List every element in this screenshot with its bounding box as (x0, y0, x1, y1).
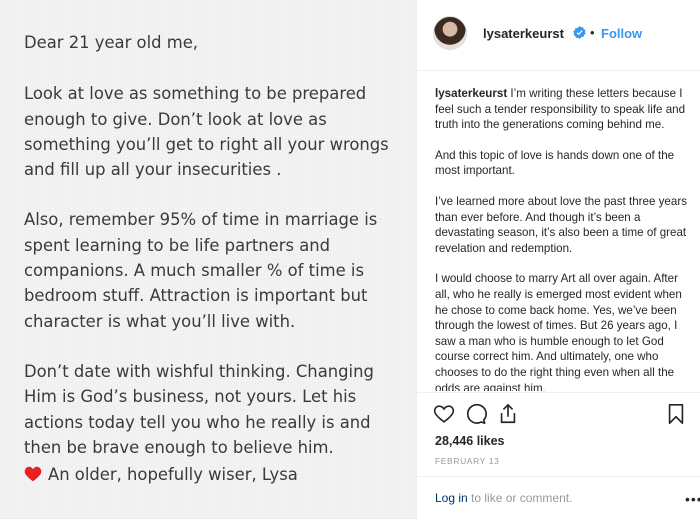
comment-icon[interactable] (465, 403, 487, 425)
caption-paragraph-3: I’ve learned more about love the past th… (435, 194, 687, 255)
login-prompt: Log in to like or comment. (435, 491, 572, 505)
letter-paragraph-3: Don’t date with wishful thinking. Changi… (24, 361, 374, 457)
heart-icon[interactable] (433, 403, 455, 425)
more-options-button[interactable]: ••• (685, 491, 700, 507)
share-icon[interactable] (497, 403, 519, 425)
post-date[interactable]: FEBRUARY 13 (435, 456, 499, 466)
caption-paragraph-4: I would choose to marry Art all over aga… (435, 272, 682, 391)
red-heart-emoji-icon (24, 466, 42, 482)
follow-button[interactable]: Follow (601, 26, 642, 41)
post-image[interactable]: Dear 21 year old me, Look at love as som… (0, 0, 416, 519)
caption-username[interactable]: lysaterkeurst (435, 87, 507, 100)
login-prompt-text: to like or comment. (467, 491, 573, 505)
verified-badge-icon (573, 26, 586, 39)
post-header: lysaterkeurst • Follow (417, 0, 700, 71)
post-footer: Log in to like or comment. ••• (417, 476, 700, 520)
letter-text: Dear 21 year old me, Look at love as som… (24, 30, 404, 512)
action-bar (417, 392, 700, 433)
separator-dot: • (590, 25, 595, 40)
instagram-post: Dear 21 year old me, Look at love as som… (0, 0, 700, 519)
letter-signoff: An older, hopefully wiser, Lysa (48, 465, 298, 485)
username-link[interactable]: lysaterkeurst (483, 26, 564, 41)
caption-paragraph-1: lysaterkeurst I’m writing these letters … (435, 86, 687, 133)
letter-paragraph-2: Also, remember 95% of time in marriage i… (24, 210, 378, 331)
letter-signoff-row: An older, hopefully wiser, Lysa (24, 462, 404, 487)
caption: lysaterkeurst I’m writing these letters … (435, 86, 687, 391)
caption-paragraph-2: And this topic of love is hands down one… (435, 148, 675, 178)
post-side-panel: lysaterkeurst • Follow lysaterkeurst I’m… (416, 0, 700, 519)
bookmark-icon[interactable] (665, 403, 687, 425)
login-link[interactable]: Log in (435, 491, 468, 505)
avatar[interactable] (433, 16, 467, 50)
letter-greeting: Dear 21 year old me, (24, 33, 198, 52)
letter-paragraph-1: Look at love as something to be prepared… (24, 84, 389, 180)
like-count[interactable]: 28,446 likes (435, 434, 505, 448)
